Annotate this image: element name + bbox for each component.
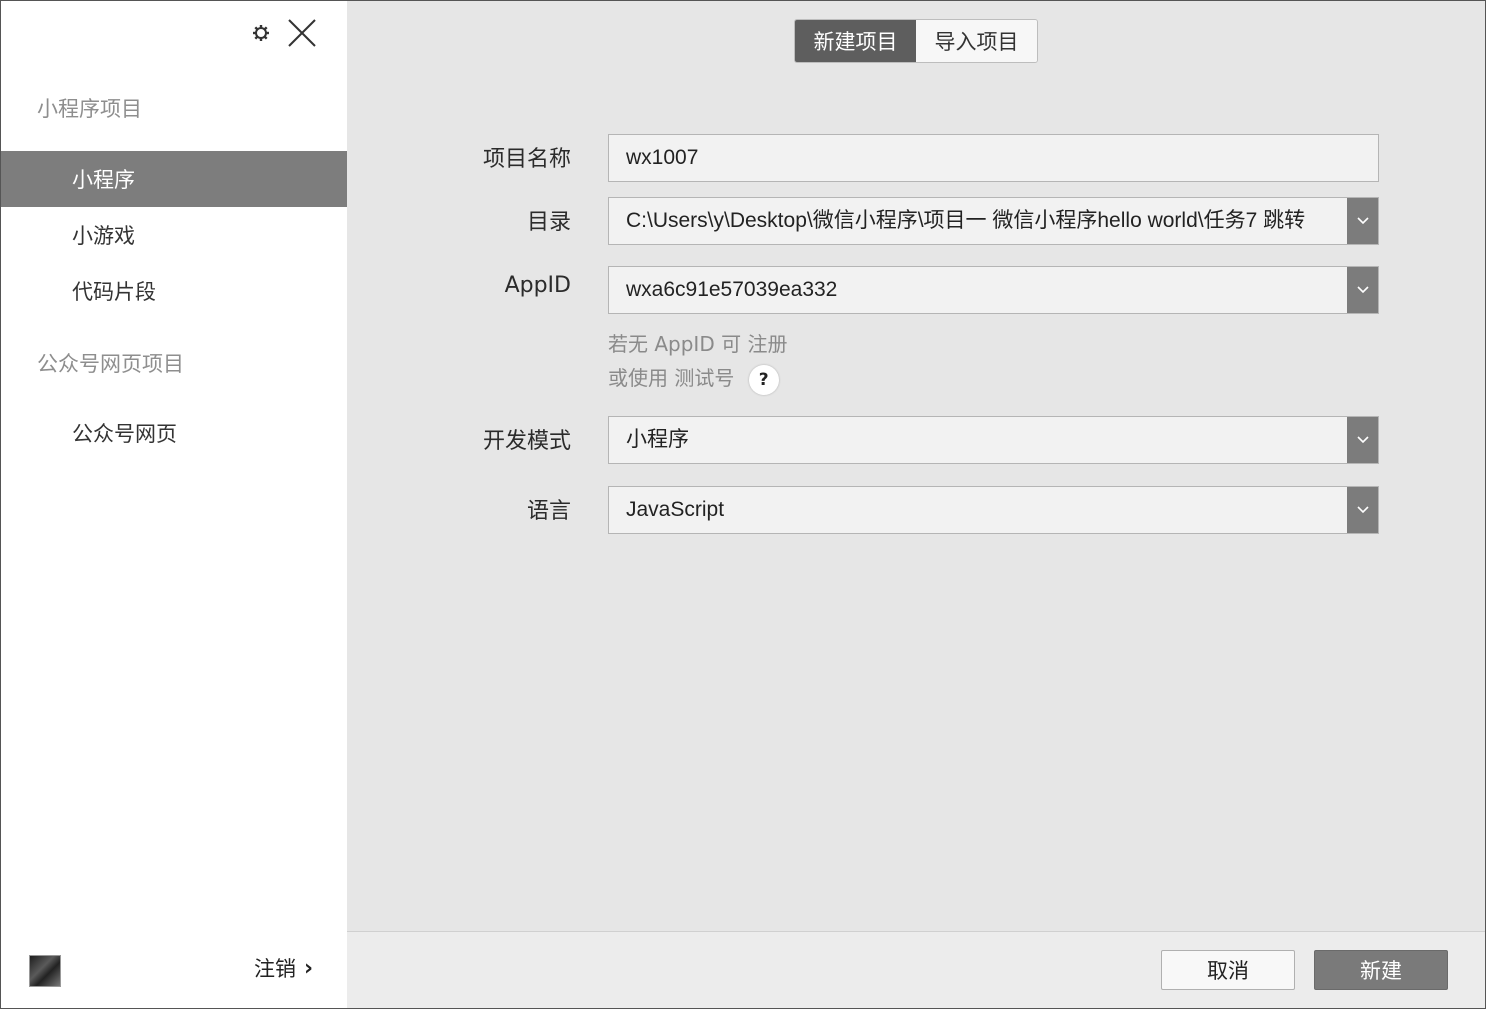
project-tabs: 新建项目 导入项目 — [794, 19, 1038, 63]
appid-select[interactable]: wxa6c91e57039ea332 — [608, 266, 1379, 314]
logout-label: 注销 — [254, 957, 296, 981]
chevron-down-icon — [1356, 506, 1369, 514]
appid-hint-test: 或使用 测试号 ? — [608, 362, 779, 395]
appid-value: wxa6c91e57039ea332 — [626, 278, 838, 301]
sidebar-item-label: 代码片段 — [72, 280, 156, 304]
language-label: 语言 — [526, 499, 571, 524]
gear-icon[interactable] — [251, 23, 271, 43]
dev-mode-label: 开发模式 — [482, 429, 571, 454]
appid-hint-text: 若无 AppID 可 — [608, 332, 742, 356]
project-name-label: 项目名称 — [482, 147, 571, 172]
section-title-official-account: 公众号网页项目 — [37, 352, 184, 376]
sidebar-item-label: 公众号网页 — [72, 422, 177, 446]
sidebar-item-miniprogram[interactable]: 小程序 — [1, 151, 347, 207]
language-value: JavaScript — [626, 498, 725, 521]
tab-new-project[interactable]: 新建项目 — [795, 20, 916, 62]
language-select[interactable]: JavaScript — [608, 486, 1379, 534]
cancel-button[interactable]: 取消 — [1161, 950, 1295, 990]
chevron-right-icon: › — [304, 955, 314, 981]
section-title-miniprogram: 小程序项目 — [37, 97, 142, 121]
sidebar-item-code-snippet[interactable]: 代码片段 — [1, 263, 347, 319]
sidebar-footer: 注销 › — [1, 941, 347, 1001]
create-button[interactable]: 新建 — [1314, 950, 1448, 990]
appid-dropdown-button[interactable] — [1347, 267, 1378, 313]
language-dropdown-button[interactable] — [1347, 487, 1378, 533]
main-panel: 新建项目 导入项目 项目名称 目录 C:\Users\y\Desktop\微信小… — [347, 1, 1485, 1008]
sidebar-item-label: 小程序 — [72, 168, 135, 192]
logout-button[interactable]: 注销 › — [254, 953, 313, 983]
directory-value: C:\Users\y\Desktop\微信小程序\项目一 微信小程序hello … — [626, 209, 1306, 232]
dev-mode-dropdown-button[interactable] — [1347, 417, 1378, 463]
register-link[interactable]: 注册 — [747, 332, 787, 356]
appid-hint-or-use: 或使用 — [608, 366, 668, 390]
chevron-down-icon — [1356, 217, 1369, 225]
dialog-footer: 取消 新建 — [347, 931, 1485, 1008]
test-account-link[interactable]: 测试号 — [674, 366, 734, 390]
tab-import-project[interactable]: 导入项目 — [916, 20, 1037, 62]
chevron-down-icon — [1356, 436, 1369, 444]
dev-mode-select[interactable]: 小程序 — [608, 416, 1379, 464]
project-name-input[interactable] — [609, 135, 1376, 181]
directory-label: 目录 — [526, 210, 571, 235]
sidebar-item-official-webpage[interactable]: 公众号网页 — [1, 405, 347, 461]
appid-label: AppID — [504, 273, 571, 298]
avatar[interactable] — [29, 955, 61, 987]
sidebar-item-label: 小游戏 — [72, 224, 135, 248]
help-icon[interactable]: ? — [748, 364, 779, 395]
project-name-field — [608, 134, 1379, 182]
sidebar-item-minigame[interactable]: 小游戏 — [1, 207, 347, 263]
directory-dropdown-button[interactable] — [1347, 198, 1378, 244]
close-icon[interactable] — [285, 16, 319, 50]
appid-hint-register: 若无 AppID 可 注册 — [608, 328, 787, 357]
chevron-down-icon — [1356, 286, 1369, 294]
directory-select[interactable]: C:\Users\y\Desktop\微信小程序\项目一 微信小程序hello … — [608, 197, 1379, 245]
dev-mode-value: 小程序 — [626, 428, 689, 451]
window-controls — [251, 17, 319, 49]
new-project-window: 小程序项目 小程序 小游戏 代码片段 公众号网页项目 公众号网页 注销 › 新建… — [0, 0, 1486, 1009]
sidebar: 小程序项目 小程序 小游戏 代码片段 公众号网页项目 公众号网页 注销 › — [1, 1, 347, 1008]
